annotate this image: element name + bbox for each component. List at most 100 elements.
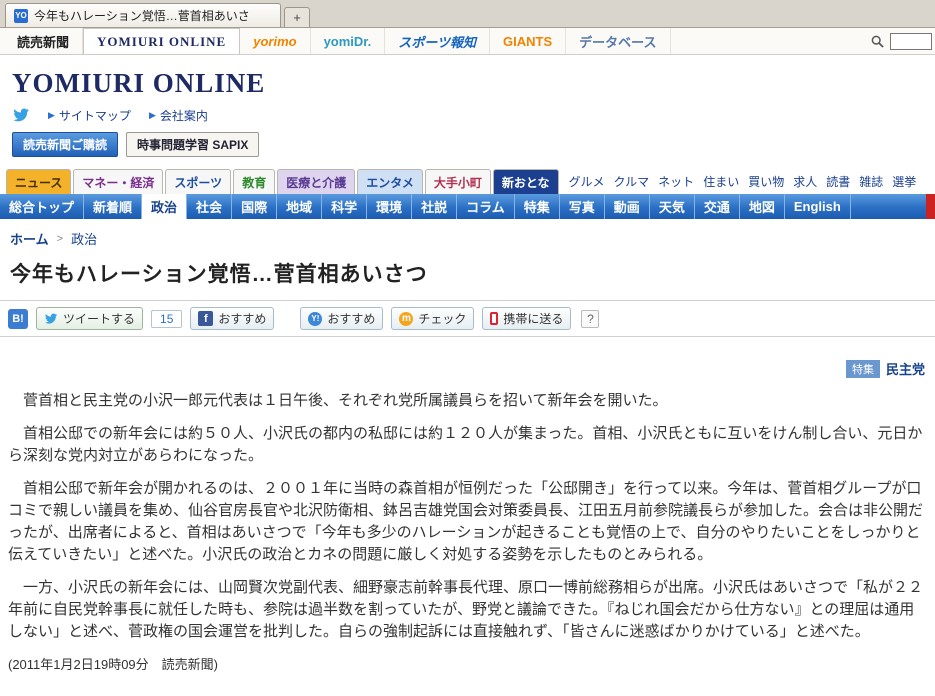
yahoo-bookmark-icon: Y! [308,311,323,326]
send-to-mobile-label: 携帯に送る [503,312,564,326]
category-tab-news[interactable]: ニュース [6,169,72,194]
brand-yomidr[interactable]: yomiDr. [311,28,386,54]
category-link-books[interactable]: 読書 [826,173,850,190]
section-nav-newest[interactable]: 新着順 [84,194,143,219]
browser-tab-title: 今年もハレーション覚悟…菅首相あいさ [34,9,250,23]
new-tab-button[interactable]: + [284,7,310,27]
arrow-icon: ▶ [48,110,55,120]
brand-yomiuri-shimbun[interactable]: 読売新聞 [4,28,84,54]
tweet-button-label: ツイートする [63,312,136,326]
subscribe-button[interactable]: 読売新聞ご購読 [12,132,119,157]
section-nav-world[interactable]: 国際 [232,194,278,219]
section-nav-map[interactable]: 地図 [740,194,785,219]
tweet-count[interactable]: 15 [151,309,183,328]
section-nav-column[interactable]: コラム [457,194,515,219]
browser-tab[interactable]: YO 今年もハレーション覚悟…菅首相あいさ [5,3,281,27]
section-nav-politics[interactable]: 政治 [142,194,188,219]
search-input[interactable] [890,32,932,50]
site-header: YOMIURI ONLINE [0,55,935,99]
mixi-button-label: チェック [418,312,467,326]
browser-tab-bar: YO 今年もハレーション覚悟…菅首相あいさ + [0,0,935,28]
section-nav-region[interactable]: 地域 [277,194,323,219]
section-nav-video[interactable]: 動画 [605,194,650,219]
hatena-bookmark-button[interactable]: B! [8,308,28,329]
article-paragraph: 首相公邸で新年会が開かれるのは、２００１年に当時の森首相が恒例だった「公邸開き」… [8,480,924,563]
help-button[interactable]: ? [581,309,600,328]
brand-yomiuri-online[interactable]: YOMIURI ONLINE [83,28,241,54]
send-to-mobile-button[interactable]: 携帯に送る [482,307,572,330]
favicon-icon: YO [14,8,28,23]
category-nav: ニュース マネー・経済 スポーツ 教育 医療と介護 エンタメ 大手小町 新おとな… [6,169,935,194]
category-tab-otekomachi[interactable]: 大手小町 [424,169,491,194]
category-link-election[interactable]: 選挙 [892,173,916,190]
brand-yorimo[interactable]: yorimo [240,28,311,54]
yahoo-button-label: おすすめ [327,312,376,326]
category-link-gourmet[interactable]: グルメ [569,173,605,190]
company-info-label: 会社案内 [159,109,208,123]
category-link-magazine[interactable]: 雑誌 [859,173,883,190]
arrow-icon: ▶ [148,110,156,120]
related-feature: 特集 民主党 [10,359,925,378]
sitemap-label: サイトマップ [58,109,131,123]
section-nav-science[interactable]: 科学 [322,194,368,219]
facebook-icon: f [198,311,214,326]
section-nav: 総合トップ 新着順 政治 社会 国際 地域 科学 環境 社説 コラム 特集 写真… [0,194,935,219]
breadcrumb: ホーム > 政治 [10,229,935,248]
article-body: 菅首相と民主党の小沢一郎元代表は１日午後、それぞれ党所属議員らを招いて新年会を開… [8,390,927,676]
site-logo[interactable]: YOMIURI ONLINE [12,68,923,99]
mixi-icon: m [399,311,414,326]
utility-links: ▶ サイトマップ ▶ 会社案内 [12,107,923,124]
category-link-jobs[interactable]: 求人 [793,173,817,190]
tweet-button[interactable]: ツイートする [36,307,144,330]
section-nav-traffic[interactable]: 交通 [695,194,740,219]
social-share-bar: B! ツイートする 15 f おすすめ Y! おすすめ m チェック 携帯に送る… [0,300,935,337]
section-nav-society[interactable]: 社会 [187,194,233,219]
mobile-phone-icon [490,312,499,325]
header-buttons: 読売新聞ご購読 時事問題学習 SAPIX [12,132,923,157]
category-link-net[interactable]: ネット [658,173,694,190]
article-paragraph: 菅首相と民主党の小沢一郎元代表は１日午後、それぞれ党所属議員らを招いて新年会を開… [8,392,668,409]
breadcrumb-separator: > [56,232,64,245]
section-nav-feature[interactable]: 特集 [515,194,560,219]
brand-database[interactable]: データベース [566,28,671,54]
category-link-shopping[interactable]: 買い物 [748,173,784,190]
article-title: 今年もハレーション覚悟…菅首相あいさつ [10,263,428,286]
company-info-link[interactable]: ▶ 会社案内 [149,107,208,124]
yahoo-recommend-button[interactable]: Y! おすすめ [300,307,384,330]
category-links: グルメ クルマ ネット 住まい 買い物 求人 読書 雑誌 選挙 [569,173,917,190]
category-tab-entertainment[interactable]: エンタメ [357,169,423,194]
search-area [871,28,935,54]
article-paragraph: 一方、小沢氏の新年会には、山岡賢次党副代表、細野豪志前幹事長代理、原口一博前総務… [8,579,924,640]
sapix-button[interactable]: 時事問題学習 SAPIX [126,132,260,157]
facebook-button-label: おすすめ [218,312,267,326]
category-tab-education[interactable]: 教育 [233,169,276,194]
section-nav-english[interactable]: English [785,194,851,219]
feature-badge: 特集 [845,359,880,378]
section-nav-editorial[interactable]: 社説 [412,194,458,219]
section-nav-top[interactable]: 総合トップ [0,194,85,219]
category-tab-money[interactable]: マネー・経済 [73,169,164,194]
category-tab-medical[interactable]: 医療と介護 [277,169,356,194]
facebook-recommend-button[interactable]: f おすすめ [190,307,275,330]
article-paragraph: 首相公邸での新年会には約５０人、小沢氏の都内の私邸には約１２０人が集まった。首相… [8,425,923,464]
brand-giants[interactable]: GIANTS [490,28,567,54]
breadcrumb-home[interactable]: ホーム [10,229,49,248]
search-icon[interactable] [871,35,884,48]
breadcrumb-current[interactable]: 政治 [71,229,97,248]
sitemap-link[interactable]: ▶ サイトマップ [48,107,131,124]
article-dateline: (2011年1月2日19時09分 読売新聞) [8,657,218,672]
mixi-check-button[interactable]: m チェック [391,307,475,330]
category-link-car[interactable]: クルマ [614,173,650,190]
brand-sports-hochi[interactable]: スポーツ報知 [385,28,491,54]
site-brand-bar: 読売新聞 YOMIURI ONLINE yorimo yomiDr. スポーツ報… [0,28,935,55]
section-nav-photo[interactable]: 写真 [560,194,605,219]
section-nav-weather[interactable]: 天気 [650,194,695,219]
nav-end-accent [926,194,935,219]
category-link-housing[interactable]: 住まい [703,173,739,190]
twitter-icon[interactable] [12,108,30,123]
twitter-bird-icon [44,313,58,325]
category-tab-shin-otona[interactable]: 新おとな [492,169,559,194]
section-nav-environment[interactable]: 環境 [367,194,413,219]
category-tab-sports[interactable]: スポーツ [165,169,232,194]
related-party-link[interactable]: 民主党 [886,359,925,378]
